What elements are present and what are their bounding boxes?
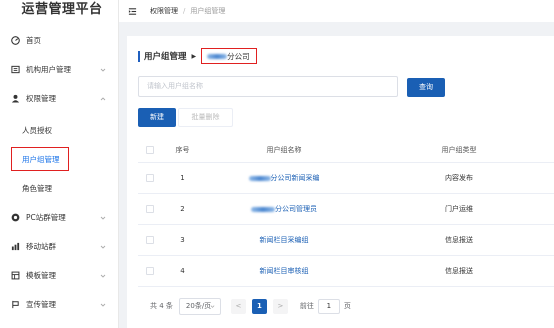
user-icon xyxy=(10,94,20,104)
template-icon xyxy=(10,271,20,281)
select-all-checkbox[interactable] xyxy=(145,145,154,154)
page-number-current[interactable]: 1 xyxy=(251,298,267,314)
cell-name-link[interactable]: 新闻栏目采编组 xyxy=(204,235,364,245)
table-row: 4 新闻栏目审核组 信息报送 xyxy=(138,256,554,287)
header-no: 序号 xyxy=(175,145,190,154)
redacted-text xyxy=(207,53,228,59)
sidebar-item-label: 宣传管理 xyxy=(26,300,56,309)
sidebar-subitem-roles[interactable]: 角色管理 xyxy=(0,174,118,203)
search-input[interactable]: 请输入用户组名称 xyxy=(138,76,398,97)
table-row: 1 分公司新闻采编 内容发布 xyxy=(138,163,554,194)
sidebar-subitem-personnel-auth[interactable]: 人员授权 xyxy=(0,116,118,145)
chevron-down-icon xyxy=(100,215,106,221)
chevron-down-icon xyxy=(100,273,106,279)
org-icon xyxy=(10,65,20,75)
sidebar-item-templates[interactable]: 模板管理 xyxy=(0,261,118,290)
user-group-table: 序号 用户组名称 用户组类型 1 分公司新闻采编 内容发布 2 分公司管理员 门… xyxy=(138,137,554,287)
page-unit-label: 页 xyxy=(343,302,351,310)
cell-type: 内容发布 xyxy=(445,174,473,182)
goto-label: 前往 xyxy=(299,302,314,310)
breadcrumb-level1[interactable]: 权限管理 xyxy=(150,6,178,16)
sidebar-item-mobile-sites[interactable]: 移动站群 xyxy=(0,232,118,261)
breadcrumb-current: 用户组管理 xyxy=(190,7,226,15)
batch-delete-button[interactable]: 批量删除 xyxy=(178,108,233,127)
highlight-box xyxy=(11,147,69,171)
org-selector[interactable]: 分公司 xyxy=(201,48,257,64)
menu-fold-icon[interactable] xyxy=(128,7,137,16)
redacted-text xyxy=(248,175,271,181)
row-checkbox[interactable] xyxy=(145,174,154,182)
breadcrumb-separator: / xyxy=(183,7,186,15)
sidebar-item-permissions[interactable]: 权限管理 xyxy=(0,84,118,113)
row-checkbox[interactable] xyxy=(145,267,154,275)
table-row: 2 分公司管理员 门户运维 xyxy=(138,194,554,225)
sidebar-item-label: 首页 xyxy=(26,36,41,45)
top-bar: 权限管理 / 用户组管理 xyxy=(119,0,554,22)
sidebar-item-home[interactable]: 首页 xyxy=(0,26,118,55)
goto-page-input[interactable]: 1 xyxy=(317,298,340,314)
sidebar-item-label: 移动站群 xyxy=(26,242,56,251)
page-title-row: 用户组管理 ▶ 分公司 xyxy=(138,48,257,64)
main-card: 用户组管理 ▶ 分公司 请输入用户组名称 查询 新建 批量删除 序号 用户组名称… xyxy=(127,36,554,328)
chevron-down-icon xyxy=(100,302,106,308)
app-root: 运营管理平台 首页 机构用户管理 权限管理 人员授权 用户组管理 角色管理 PC… xyxy=(0,0,554,328)
app-logo: 运营管理平台 xyxy=(21,2,103,17)
sidebar-item-label: 机构用户管理 xyxy=(26,65,71,74)
chevron-up-icon xyxy=(100,96,106,102)
cell-type: 门户运维 xyxy=(445,205,473,213)
sidebar: 运营管理平台 首页 机构用户管理 权限管理 人员授权 用户组管理 角色管理 PC… xyxy=(0,0,119,328)
new-button[interactable]: 新建 xyxy=(138,108,176,127)
cell-type: 信息报送 xyxy=(445,236,473,244)
cell-name-link[interactable]: 分公司新闻采编 xyxy=(204,173,364,183)
query-button[interactable]: 查询 xyxy=(407,78,445,97)
cell-no: 2 xyxy=(180,205,185,213)
next-page-button[interactable]: > xyxy=(272,298,288,314)
sidebar-item-label: 模板管理 xyxy=(26,271,56,280)
caret-right-icon: ▶ xyxy=(191,52,197,60)
redacted-text xyxy=(251,206,275,212)
chevron-down-icon xyxy=(210,304,215,309)
row-checkbox[interactable] xyxy=(145,236,154,244)
table-row: 3 新闻栏目采编组 信息报送 xyxy=(138,225,554,256)
page-size-select[interactable]: 20条/页 xyxy=(178,297,221,315)
mobile-icon xyxy=(10,242,20,252)
chevron-down-icon xyxy=(100,244,106,250)
dashboard-icon xyxy=(10,36,20,46)
cell-name-link[interactable]: 新闻栏目审核组 xyxy=(204,266,364,276)
promo-icon xyxy=(10,300,20,310)
cell-no: 3 xyxy=(180,236,185,244)
header-type: 用户组类型 xyxy=(441,145,477,154)
pc-icon xyxy=(10,213,20,223)
cell-type: 信息报送 xyxy=(445,267,473,275)
sidebar-item-label: 权限管理 xyxy=(26,94,56,103)
cell-no: 1 xyxy=(180,174,185,182)
sidebar-subitem-label: 人员授权 xyxy=(22,126,52,135)
prev-page-button[interactable]: < xyxy=(230,298,246,314)
title-accent-bar xyxy=(138,50,140,62)
sidebar-subitem-label: 角色管理 xyxy=(22,184,52,193)
page-title: 用户组管理 xyxy=(144,52,187,62)
table-header: 序号 用户组名称 用户组类型 xyxy=(138,137,554,163)
sidebar-item-promotion[interactable]: 宣传管理 xyxy=(0,290,118,319)
sidebar-item-label: PC站群管理 xyxy=(26,213,66,222)
chevron-down-icon xyxy=(100,67,106,73)
cell-name-link[interactable]: 分公司管理员 xyxy=(204,204,364,214)
org-suffix: 分公司 xyxy=(227,51,250,61)
sidebar-item-org-users[interactable]: 机构用户管理 xyxy=(0,55,118,84)
pagination: 共 4 条 20条/页 < 1 > 前往 1 页 xyxy=(150,297,351,315)
pagination-total: 共 4 条 xyxy=(150,302,173,310)
sidebar-item-pc-sites[interactable]: PC站群管理 xyxy=(0,203,118,232)
row-checkbox[interactable] xyxy=(145,205,154,213)
cell-no: 4 xyxy=(180,267,185,275)
header-name: 用户组名称 xyxy=(266,145,302,154)
